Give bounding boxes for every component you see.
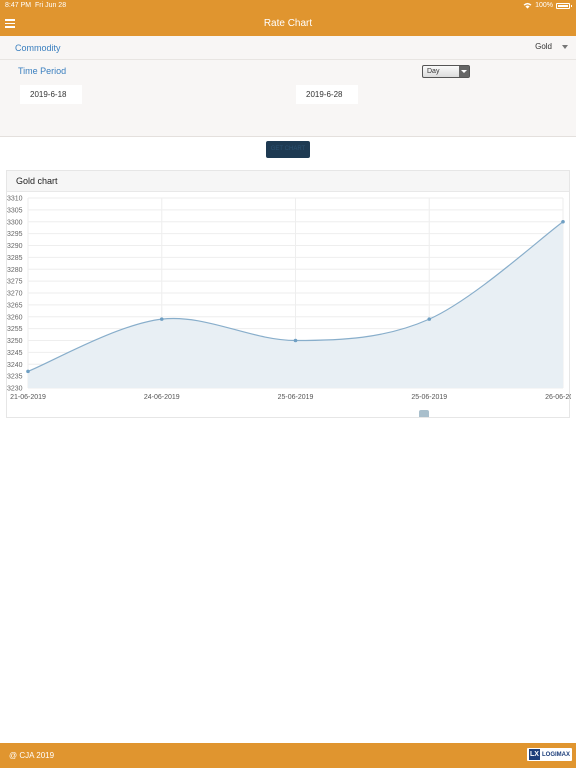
logo-mark: LX bbox=[529, 749, 540, 760]
dropdown-arrow-icon bbox=[459, 66, 469, 77]
y-tick-label: 3270 bbox=[7, 291, 23, 298]
x-tick-label: 21-06-2019 bbox=[10, 394, 46, 401]
y-tick-label: 3290 bbox=[7, 243, 23, 250]
data-point bbox=[159, 317, 164, 321]
status-right: 100% bbox=[523, 2, 572, 9]
y-tick-label: 3305 bbox=[7, 207, 23, 214]
y-tick-label: 3300 bbox=[7, 219, 23, 226]
footer: @ CJA 2019 LX LOGIMAX bbox=[0, 743, 576, 768]
y-tick-label: 3230 bbox=[7, 386, 23, 393]
period-select[interactable]: Day bbox=[422, 65, 470, 78]
filter-panel: Commodity Gold Time Period Day 2019-6-18… bbox=[0, 36, 576, 137]
battery-percent: 100% bbox=[535, 2, 553, 9]
y-tick-label: 3250 bbox=[7, 338, 23, 345]
logo-text: LOGIMAX bbox=[542, 751, 570, 758]
from-date-input[interactable]: 2019-6-18 bbox=[20, 85, 82, 104]
get-chart-button[interactable]: GET CHART bbox=[266, 141, 310, 158]
battery-icon bbox=[556, 2, 572, 9]
copyright-text: @ CJA 2019 bbox=[9, 751, 55, 760]
y-tick-label: 3260 bbox=[7, 314, 23, 321]
y-tick-label: 3285 bbox=[7, 255, 23, 262]
y-tick-label: 3275 bbox=[7, 279, 23, 286]
data-point bbox=[427, 317, 432, 321]
wifi-icon bbox=[523, 2, 532, 9]
commodity-label: Commodity bbox=[15, 43, 61, 53]
y-tick-label: 3280 bbox=[7, 267, 23, 274]
y-tick-label: 3235 bbox=[7, 374, 23, 381]
y-tick-label: 3240 bbox=[7, 362, 23, 369]
data-point bbox=[26, 369, 30, 374]
data-point bbox=[293, 338, 298, 343]
status-time-date: 8:47 PM Fri Jun 28 bbox=[5, 2, 67, 9]
y-tick-label: 3245 bbox=[7, 350, 23, 357]
page-title: Rate Chart bbox=[263, 18, 313, 29]
time-period-label: Time Period bbox=[18, 66, 67, 76]
commodity-row: Commodity Gold bbox=[0, 36, 576, 60]
y-tick-label: 3255 bbox=[7, 326, 23, 333]
status-bar: 8:47 PM Fri Jun 28 100% bbox=[0, 0, 576, 12]
period-value: Day bbox=[427, 68, 440, 75]
chart-card: Gold chart 3230 3235 3240 3245 3250 3255 3260 3… bbox=[6, 170, 571, 418]
commodity-select[interactable]: Gold bbox=[535, 42, 568, 51]
rate-chart: 3230 3235 3240 3245 3250 3255 3260 3265 3270 3275… bbox=[7, 196, 571, 402]
x-tick-label: 26-06-2019 bbox=[545, 394, 571, 401]
to-date-input[interactable]: 2019-6-28 bbox=[296, 85, 358, 104]
chevron-down-icon bbox=[562, 44, 568, 49]
commodity-value: Gold bbox=[535, 42, 552, 51]
x-tick-label: 24-06-2019 bbox=[144, 394, 180, 401]
chart-scroll-handle[interactable] bbox=[419, 410, 429, 417]
logimax-logo: LX LOGIMAX bbox=[527, 748, 572, 761]
y-tick-label: 3310 bbox=[7, 196, 23, 203]
y-tick-label: 3265 bbox=[7, 302, 23, 309]
x-tick-label: 25-06-2019 bbox=[278, 394, 314, 401]
top-navigation-bar: Rate Chart bbox=[0, 12, 576, 36]
data-point bbox=[561, 219, 565, 224]
y-tick-label: 3295 bbox=[7, 231, 23, 238]
x-tick-label: 25-06-2019 bbox=[411, 394, 447, 401]
